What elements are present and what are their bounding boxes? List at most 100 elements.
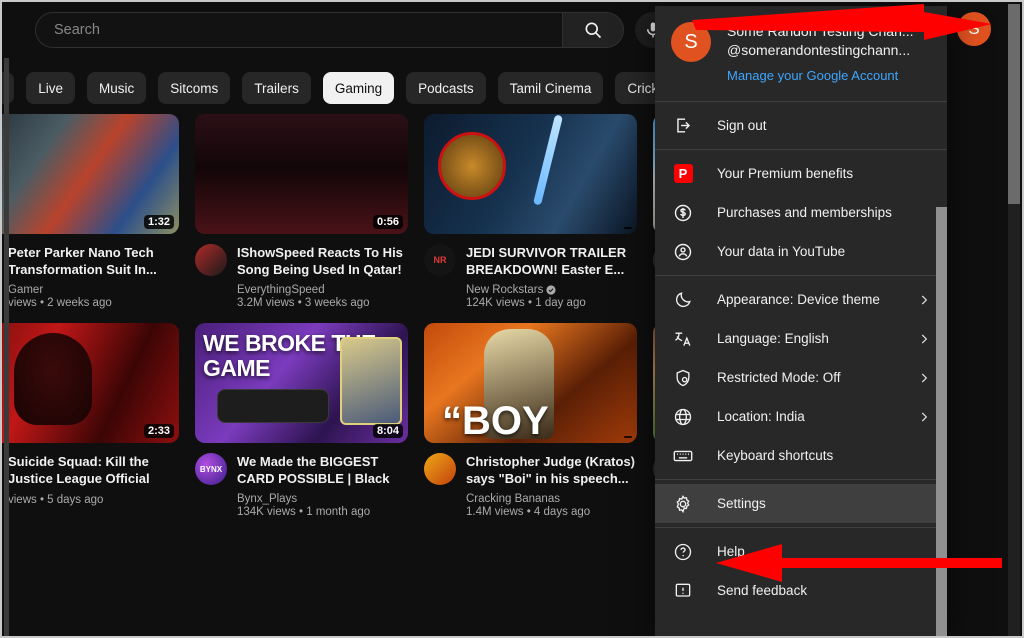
thumbnail-highlight-circle	[438, 132, 506, 200]
menu-item-restricted-mode[interactable]: Restricted Mode: Off	[655, 358, 947, 397]
video-duration: 0:56	[372, 215, 403, 229]
video-card[interactable]: 0:56 IShowSpeed Reacts To His Song Being…	[195, 114, 408, 309]
menu-item-send-feedback[interactable]: Send feedback	[655, 571, 947, 610]
sign-out-icon	[671, 114, 695, 138]
menu-item-label: Send feedback	[717, 583, 808, 598]
chip-podcasts[interactable]: Podcasts	[406, 72, 486, 104]
menu-item-label: Purchases and memberships	[717, 205, 892, 220]
video-card[interactable]: “BOY Christopher Judge (Kratos) says "Bo…	[424, 323, 637, 518]
video-title[interactable]: We Made the BIGGEST CARD POSSIBLE | Blac…	[237, 453, 408, 487]
menu-divider	[655, 101, 947, 102]
chevron-right-icon	[921, 334, 928, 343]
lightsaber-decor	[532, 114, 564, 206]
menu-item-appearance[interactable]: Appearance: Device theme	[655, 280, 947, 319]
video-stats: views • 5 days ago	[8, 494, 104, 506]
question-circle-icon	[671, 540, 695, 564]
video-duration: 1:32	[143, 215, 174, 229]
youtube-premium-icon: P	[671, 162, 695, 186]
video-title[interactable]: Peter Parker Nano Tech Transformation Su…	[8, 244, 179, 278]
menu-item-label: Settings	[717, 496, 766, 511]
premium-badge: P	[673, 164, 693, 183]
menu-item-label: Help	[717, 544, 745, 559]
chip-live[interactable]: Live	[26, 72, 76, 104]
video-thumbnail[interactable]: 1:32	[2, 114, 179, 234]
video-channel[interactable]: Gamer	[8, 284, 179, 296]
menu-item-premium-benefits[interactable]: P Your Premium benefits	[655, 154, 947, 193]
menu-item-language[interactable]: Language: English	[655, 319, 947, 358]
menu-divider	[655, 149, 947, 150]
video-duration	[624, 227, 632, 229]
menu-item-help[interactable]: Help	[655, 532, 947, 571]
account-menu-header: S Some Randon Testing Chan... @somerando…	[655, 6, 947, 97]
chip-trailers[interactable]: Trailers	[242, 72, 311, 104]
menu-scrollbar[interactable]	[936, 207, 947, 636]
manage-google-account-link[interactable]: Manage your Google Account	[727, 68, 914, 83]
menu-item-label: Keyboard shortcuts	[717, 448, 834, 463]
batman-decor	[14, 333, 92, 425]
gear-icon	[671, 492, 695, 516]
video-channel[interactable]: Bynx_Plays	[237, 493, 408, 505]
chip-sitcoms[interactable]: Sitcoms	[158, 72, 231, 104]
channel-avatar[interactable]: BYNX	[195, 453, 227, 485]
video-thumbnail[interactable]: 0:56	[195, 114, 408, 234]
menu-item-label: Your Premium benefits	[717, 166, 854, 181]
channel-avatar[interactable]	[424, 453, 456, 485]
video-title[interactable]: Christopher Judge (Kratos) says "Boi" in…	[466, 453, 637, 487]
browser-window: S se Live Music Sitcoms Trailers Gaming …	[0, 0, 1024, 638]
video-card[interactable]: WE BROKE THE GAME 8:04 BYNX We Made the …	[195, 323, 408, 518]
menu-item-label: Your data in YouTube	[717, 244, 846, 259]
menu-item-label: Language: English	[717, 331, 829, 346]
page-scrollbar-thumb[interactable]	[1008, 4, 1020, 204]
search-button[interactable]	[562, 12, 624, 48]
video-duration	[624, 436, 632, 438]
shield-lock-icon	[671, 366, 695, 390]
video-channel[interactable]: Cracking Bananas	[466, 493, 637, 505]
menu-item-sign-out[interactable]: Sign out	[655, 106, 947, 145]
video-channel[interactable]: New Rockstars	[466, 284, 637, 296]
feedback-icon	[671, 579, 695, 603]
menu-divider	[655, 479, 947, 480]
left-edge-scroll-strip[interactable]	[4, 58, 9, 636]
video-title[interactable]: IShowSpeed Reacts To His Song Being Used…	[237, 244, 408, 278]
menu-item-settings[interactable]: Settings	[655, 484, 947, 523]
video-channel[interactable]: EverythingSpeed	[237, 284, 408, 296]
menu-item-label: Appearance: Device theme	[717, 292, 880, 307]
video-stats: 124K views • 1 day ago	[466, 297, 586, 309]
video-card[interactable]: 2:33 Suicide Squad: Kill the Justice Lea…	[2, 323, 179, 518]
video-thumbnail[interactable]	[424, 114, 637, 234]
video-title[interactable]: Suicide Squad: Kill the Justice League O…	[8, 453, 179, 487]
channel-avatar[interactable]: NR	[424, 244, 456, 276]
menu-item-purchases[interactable]: Purchases and memberships	[655, 193, 947, 232]
video-card[interactable]: NR JEDI SURVIVOR TRAILER BREAKDOWN! East…	[424, 114, 637, 309]
account-avatar[interactable]: S	[671, 22, 711, 62]
avatar-top[interactable]: S	[957, 12, 991, 46]
menu-item-location[interactable]: Location: India	[655, 397, 947, 436]
video-thumbnail[interactable]: WE BROKE THE GAME 8:04	[195, 323, 408, 443]
video-stats: views • 2 weeks ago	[8, 297, 112, 309]
search-icon	[585, 22, 602, 39]
video-card[interactable]: 1:32 Peter Parker Nano Tech Transformati…	[2, 114, 179, 309]
search-input[interactable]	[54, 22, 562, 38]
search-input-container[interactable]	[35, 12, 562, 48]
video-thumbnail[interactable]: “BOY	[424, 323, 637, 443]
account-name: Some Randon Testing Chan...	[727, 23, 914, 39]
menu-divider	[655, 527, 947, 528]
account-handle: @somerandontestingchann...	[727, 42, 911, 58]
aw-snap-decor	[217, 389, 329, 423]
account-menu: S Some Randon Testing Chan... @somerando…	[655, 6, 947, 636]
chip-tamil-cinema[interactable]: Tamil Cinema	[497, 72, 604, 104]
video-stats: 1.4M views • 4 days ago	[466, 506, 591, 518]
page-scrollbar[interactable]	[1008, 4, 1020, 636]
menu-item-your-data[interactable]: Your data in YouTube	[655, 232, 947, 271]
video-title[interactable]: JEDI SURVIVOR TRAILER BREAKDOWN! Easter …	[466, 244, 637, 278]
menu-item-label: Location: India	[717, 409, 805, 424]
video-thumbnail[interactable]: 2:33	[2, 323, 179, 443]
chevron-right-icon	[921, 373, 928, 382]
search-bar[interactable]	[35, 12, 624, 48]
menu-item-keyboard-shortcuts[interactable]: Keyboard shortcuts	[655, 436, 947, 475]
menu-item-label: Restricted Mode: Off	[717, 370, 841, 385]
channel-avatar[interactable]	[195, 244, 227, 276]
chip-music[interactable]: Music	[87, 72, 147, 104]
verified-badge-icon	[546, 285, 556, 295]
chip-gaming[interactable]: Gaming	[322, 72, 395, 104]
